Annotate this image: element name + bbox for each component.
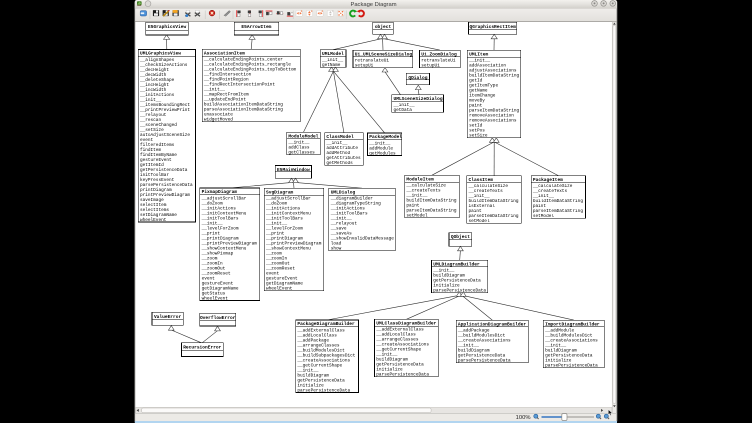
svg-text:UMLItem: UMLItem: [469, 52, 488, 58]
svg-text:object: object: [375, 24, 392, 30]
svg-text:getClasses: getClasses: [288, 151, 315, 156]
svg-text:setSize: setSize: [469, 134, 488, 139]
svg-text:RecursionError: RecursionError: [183, 344, 221, 350]
svg-text:UMLModel: UMLModel: [322, 51, 344, 57]
svg-text:ValueError: ValueError: [154, 314, 182, 320]
svg-text:parsePersistenceData: parsePersistenceData: [297, 388, 350, 393]
svg-text:QDialog: QDialog: [408, 75, 427, 81]
svg-text:getModules: getModules: [369, 151, 396, 156]
svg-text:setupUi: setupUi: [421, 64, 440, 69]
svg-text:ModuleModel: ModuleModel: [288, 133, 318, 139]
svg-text:E5GraphicsView: E5GraphicsView: [148, 24, 186, 30]
svg-text:UMLSceneSizeDialog: UMLSceneSizeDialog: [394, 96, 443, 102]
svg-text:PackageDiagramBuilder: PackageDiagramBuilder: [297, 321, 355, 327]
svg-text:setModel: setModel: [469, 219, 490, 224]
svg-text:OverflowError: OverflowError: [200, 315, 236, 321]
svg-text:PackageModel: PackageModel: [369, 134, 402, 140]
svg-text:QObject: QObject: [451, 234, 470, 240]
svg-text:wheelEvent: wheelEvent: [266, 287, 293, 292]
svg-text:Package Diagram: Package Diagram: [350, 2, 396, 8]
svg-text:UMLGraphicsView: UMLGraphicsView: [140, 51, 181, 57]
svg-text:AssociationItem: AssociationItem: [204, 51, 245, 57]
svg-text:setModel: setModel: [406, 214, 427, 219]
svg-text:setModel: setModel: [533, 214, 554, 219]
svg-text:100%: 100%: [516, 415, 531, 421]
svg-text:getData: getData: [394, 108, 413, 113]
svg-text:parsePersistenceData: parsePersistenceData: [458, 359, 511, 364]
svg-text:PackageItem: PackageItem: [533, 177, 563, 183]
svg-text:PixmapDiagram: PixmapDiagram: [202, 189, 238, 195]
svg-text:E5ArrowItem: E5ArrowItem: [241, 24, 271, 30]
svg-text:UMLDialog: UMLDialog: [331, 189, 356, 195]
svg-text:ApplicationDiagramBuilder: ApplicationDiagramBuilder: [458, 321, 526, 327]
svg-text:Ui_UMLSceneSizeDialog: Ui_UMLSceneSizeDialog: [355, 51, 413, 57]
svg-text:setupUi: setupUi: [355, 64, 374, 69]
svg-text:ModuleItem: ModuleItem: [406, 176, 434, 182]
svg-text:show: show: [331, 247, 342, 252]
svg-text:ImportDiagramBuilder: ImportDiagramBuilder: [545, 321, 600, 327]
svg-text:UMLClassDiagramBuilder: UMLClassDiagramBuilder: [376, 321, 436, 327]
svg-text:ClassModel: ClassModel: [326, 134, 354, 140]
svg-text:parsePersistenceData: parsePersistenceData: [376, 373, 429, 378]
svg-text:ClassItem: ClassItem: [469, 177, 494, 183]
svg-text:Ui_ZoomDialog: Ui_ZoomDialog: [421, 51, 457, 57]
svg-text:QGraphicsRectItem: QGraphicsRectItem: [470, 24, 517, 30]
svg-text:SvgDiagram: SvgDiagram: [266, 189, 294, 195]
svg-text:UMLDiagramBuilder: UMLDiagramBuilder: [433, 261, 480, 267]
svg-text:wheelEvent: wheelEvent: [140, 218, 167, 223]
svg-text:getMethods: getMethods: [326, 161, 353, 166]
svg-text:wheelEvent: wheelEvent: [202, 296, 229, 301]
svg-text:widgetMoved: widgetMoved: [204, 118, 233, 123]
svg-text:E5MainWindow: E5MainWindow: [277, 167, 310, 173]
svg-text:parsePersistenceData: parsePersistenceData: [545, 364, 598, 369]
